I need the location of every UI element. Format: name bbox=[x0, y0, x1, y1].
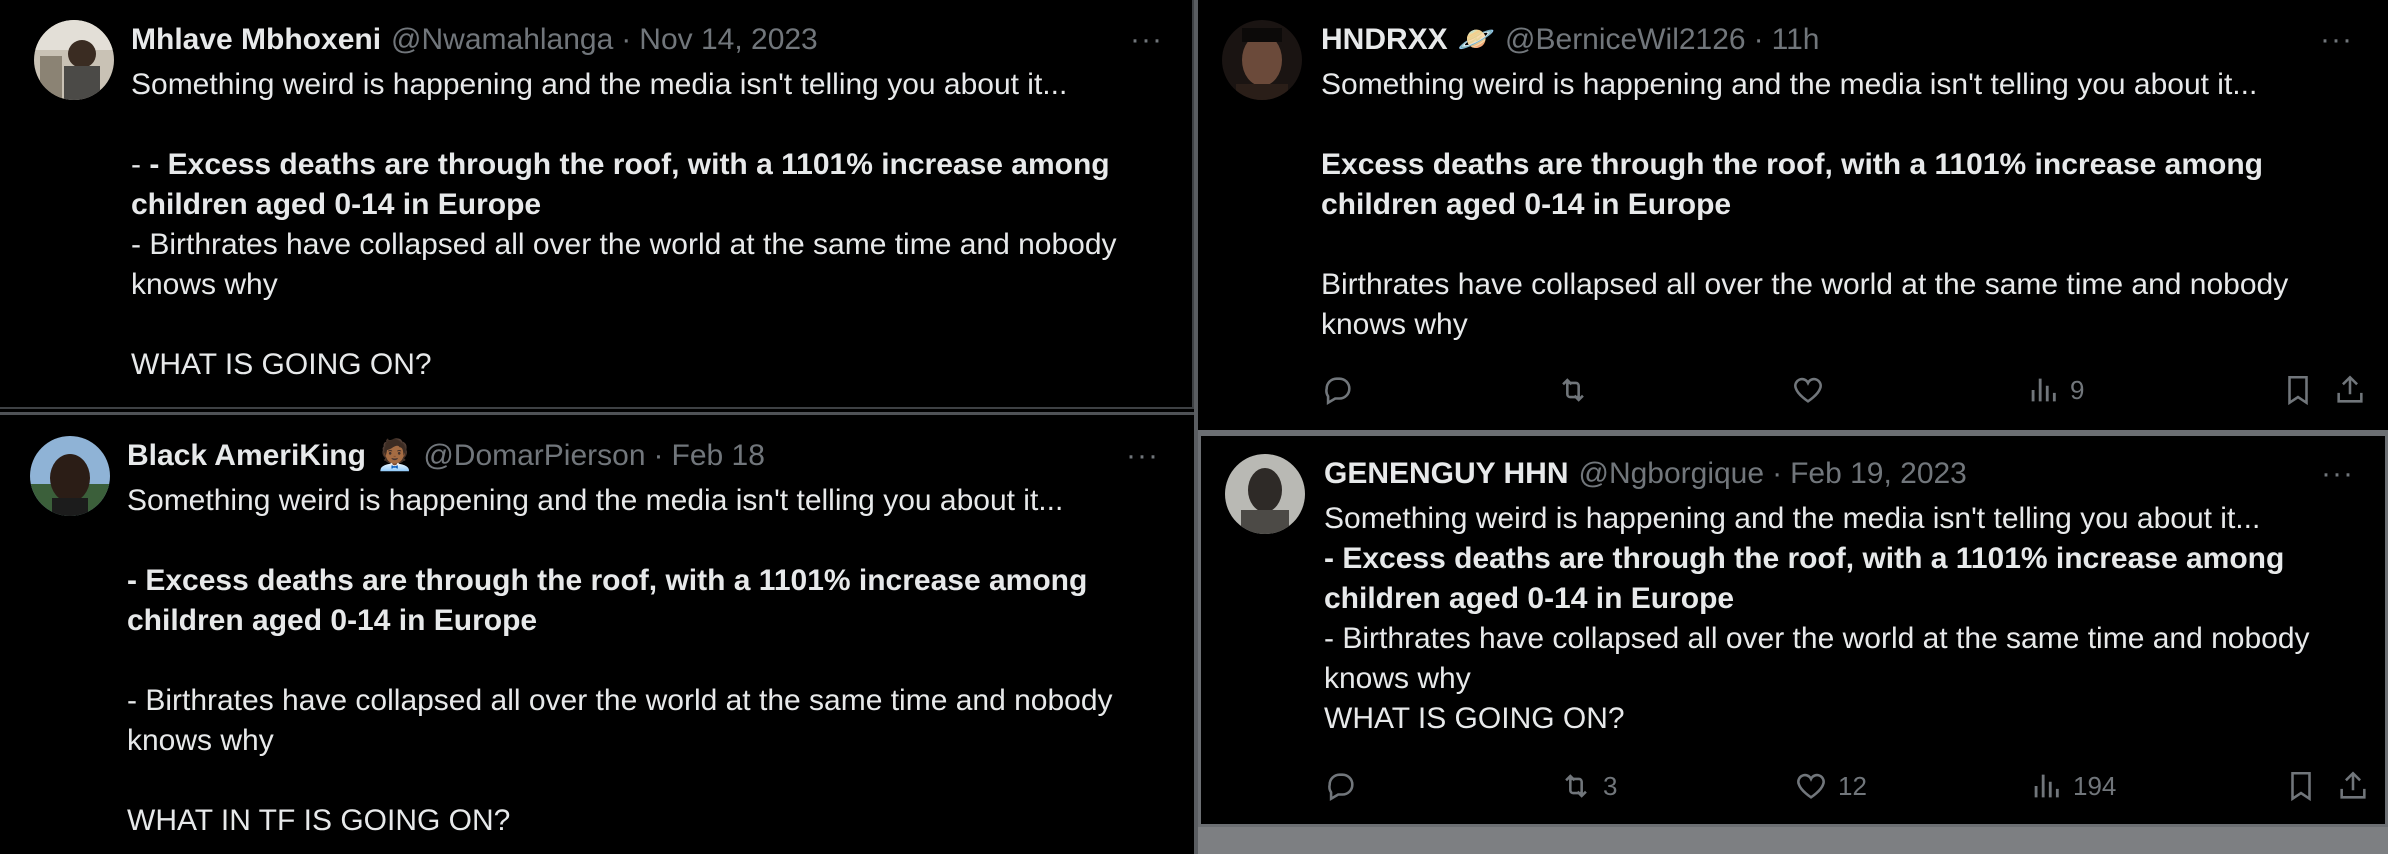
profile-emoji: 🪐 bbox=[1457, 23, 1496, 56]
like-button[interactable] bbox=[1791, 370, 1835, 410]
profile-emoji: 🧑🏾‍💼 bbox=[375, 439, 414, 472]
views-button[interactable]: 194 bbox=[2029, 766, 2116, 806]
tweet-text-line: knows why bbox=[1321, 308, 1468, 341]
bookmark-icon bbox=[2288, 375, 2308, 406]
tweet-text-line: Something weird is happening and the med… bbox=[1321, 68, 2258, 101]
tweet-text-line: WHAT IS GOING ON? bbox=[131, 348, 432, 381]
bookmark-icon bbox=[2291, 771, 2311, 802]
like-icon bbox=[1794, 377, 1822, 403]
action-bar: 9 bbox=[1321, 370, 2371, 410]
retweet-icon bbox=[1562, 378, 1584, 402]
reply-icon bbox=[1328, 773, 1354, 802]
share-button[interactable] bbox=[2333, 370, 2367, 410]
share-icon bbox=[2340, 771, 2366, 799]
display-name[interactable]: Black AmeriKing bbox=[127, 436, 366, 476]
avatar[interactable] bbox=[1222, 20, 1302, 100]
tweet-text-line: knows why bbox=[127, 724, 274, 757]
bottom-gray-strip bbox=[1198, 827, 2388, 854]
timestamp[interactable]: 11h bbox=[1772, 20, 1820, 60]
tweet-card-3[interactable]: HNDRXX 🪐 @BerniceWil2126 · 11h ··· Somet… bbox=[1198, 0, 2388, 430]
reply-icon bbox=[1325, 377, 1351, 406]
retweet-button[interactable] bbox=[1556, 370, 1600, 410]
share-button[interactable] bbox=[2336, 766, 2370, 806]
bullet-dash: - bbox=[131, 148, 150, 181]
tweet-card-2[interactable]: Black AmeriKing 🧑🏾‍💼 @DomarPierson · Feb… bbox=[0, 412, 1194, 854]
avatar[interactable] bbox=[34, 20, 114, 100]
tweet-text-line: Something weird is happening and the med… bbox=[1324, 502, 2261, 535]
tweet-text-bold: Excess deaths are through the roof, with… bbox=[145, 564, 1088, 597]
more-icon[interactable]: ··· bbox=[2321, 459, 2354, 489]
tweet-text-bold: Excess deaths are through the roof, with… bbox=[1321, 148, 2263, 181]
display-name[interactable]: Mhlave Mbhoxeni bbox=[131, 20, 381, 60]
like-button[interactable]: 12 bbox=[1794, 766, 1867, 806]
views-button[interactable]: 9 bbox=[2026, 370, 2084, 410]
more-icon[interactable]: ··· bbox=[1126, 441, 1159, 471]
user-handle[interactable]: @DomarPierson bbox=[423, 436, 645, 476]
separator-dot: · bbox=[1772, 457, 1783, 490]
tweet-text-line: WHAT IS GOING ON? bbox=[1324, 702, 1625, 735]
timestamp[interactable]: Feb 19, 2023 bbox=[1790, 454, 1967, 494]
user-handle[interactable]: @Ngborgique bbox=[1578, 454, 1764, 494]
tweet-text-line: - Birthrates have collapsed all over the… bbox=[1324, 622, 2310, 655]
views-count: 194 bbox=[2073, 770, 2117, 801]
more-icon[interactable]: ··· bbox=[1130, 25, 1163, 55]
tweet-card-1[interactable]: Mhlave Mbhoxeni @Nwamahlanga · Nov 14, 2… bbox=[0, 0, 1194, 409]
reply-button[interactable] bbox=[1324, 766, 1368, 806]
display-name[interactable]: GENENGUY HHN bbox=[1324, 454, 1568, 494]
separator-dot: · bbox=[653, 439, 664, 472]
tweet-text-bold: children aged 0-14 in Europe bbox=[127, 604, 538, 637]
separator-dot: · bbox=[1753, 23, 1764, 56]
avatar[interactable] bbox=[1225, 454, 1305, 534]
avatar[interactable] bbox=[30, 436, 110, 516]
tweet-text-line: Something weird is happening and the med… bbox=[131, 68, 1068, 101]
tweet-text-line: Something weird is happening and the med… bbox=[127, 484, 1064, 517]
tweet-text-line: - Birthrates have collapsed all over the… bbox=[127, 684, 1113, 717]
views-icon bbox=[2034, 774, 2059, 798]
tweet-text-bold: children aged 0-14 in Europe bbox=[131, 188, 542, 221]
separator-dot: · bbox=[621, 23, 632, 56]
tweet-text-line: - Birthrates have collapsed all over the… bbox=[131, 228, 1117, 261]
bookmark-button[interactable] bbox=[2284, 766, 2318, 806]
tweet-text-line: knows why bbox=[1324, 662, 1471, 695]
tweet-collage: Mhlave Mbhoxeni @Nwamahlanga · Nov 14, 2… bbox=[0, 0, 2388, 854]
more-icon[interactable]: ··· bbox=[2320, 25, 2353, 55]
bookmark-button[interactable] bbox=[2281, 370, 2315, 410]
tweet-text-bold: children aged 0-14 in Europe bbox=[1321, 188, 1732, 221]
timestamp[interactable]: Feb 18 bbox=[672, 436, 765, 476]
tweet-text-bold: children aged 0-14 in Europe bbox=[1324, 582, 1735, 615]
views-icon bbox=[2031, 378, 2056, 402]
like-icon bbox=[1797, 773, 1825, 799]
tweet-text-bold: - Excess deaths are through the roof, wi… bbox=[149, 148, 1110, 181]
retweet-count: 3 bbox=[1603, 770, 1618, 801]
vertical-divider bbox=[1194, 0, 1198, 854]
bullet-dash: - bbox=[127, 564, 146, 597]
action-bar: 3 12 194 bbox=[1324, 766, 2374, 806]
tweet-text-line: Birthrates have collapsed all over the w… bbox=[1321, 268, 2289, 301]
user-handle[interactable]: @Nwamahlanga bbox=[391, 20, 613, 60]
like-count: 12 bbox=[1838, 770, 1867, 801]
tweet-text-bold: Excess deaths are through the roof, with… bbox=[1342, 542, 2285, 575]
timestamp[interactable]: Nov 14, 2023 bbox=[639, 20, 817, 60]
tweet-text-line: knows why bbox=[131, 268, 278, 301]
retweet-icon bbox=[1565, 774, 1587, 798]
display-name[interactable]: HNDRXX bbox=[1321, 20, 1448, 60]
retweet-button[interactable]: 3 bbox=[1559, 766, 1617, 806]
tweet-card-4[interactable]: GENENGUY HHN @Ngborgique · Feb 19, 2023 … bbox=[1198, 433, 2388, 827]
views-count: 9 bbox=[2070, 374, 2085, 405]
bullet-dash: - bbox=[1324, 542, 1343, 575]
user-handle[interactable]: @BerniceWil2126 bbox=[1505, 20, 1746, 60]
reply-button[interactable] bbox=[1321, 370, 1365, 410]
horizontal-divider bbox=[1198, 430, 2388, 433]
tweet-text-line: WHAT IN TF IS GOING ON? bbox=[127, 804, 511, 837]
share-icon bbox=[2337, 375, 2363, 403]
